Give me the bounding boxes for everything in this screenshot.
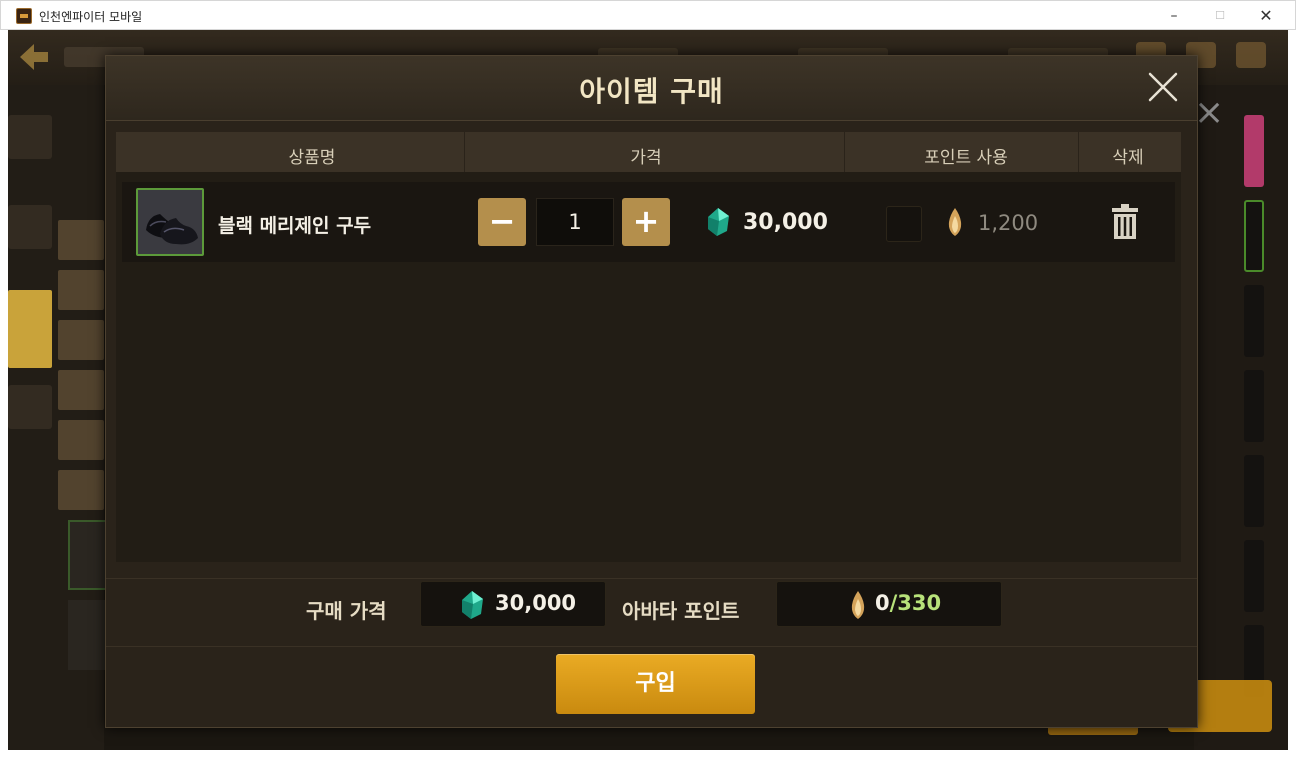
avatar-points-max: /330	[889, 591, 942, 615]
background-list-item	[58, 220, 104, 260]
buy-button[interactable]: 구입	[556, 654, 755, 714]
item-thumbnail	[136, 188, 204, 256]
window-titlebar: 인천엔파이터 모바일 – ☐ ✕	[0, 0, 1296, 30]
avatar-points-current: 0	[875, 591, 890, 615]
quantity-field[interactable]: 1	[536, 198, 614, 246]
background-tab	[8, 115, 52, 159]
column-header-points: 포인트 사용	[924, 148, 1008, 168]
background-list-item	[58, 370, 104, 410]
footer-divider	[106, 578, 1197, 579]
item-name: 블랙 메리제인 구두	[218, 215, 372, 237]
point-flame-icon	[851, 591, 865, 619]
background-chat-icon	[1236, 42, 1266, 68]
window-title: 인천엔파이터 모바일	[39, 10, 143, 24]
purchase-dialog: 아이템 구매 상품명 가격 포인트 사용 삭제 블랙 메리제인 구두 − 1 +…	[105, 55, 1198, 728]
dialog-header: 아이템 구매	[106, 56, 1197, 121]
column-header-name: 상품명	[288, 148, 336, 168]
purchase-price-label: 구매 가격	[306, 599, 387, 623]
point-flame-icon	[948, 208, 962, 236]
background-slot	[1244, 285, 1264, 357]
avatar-points-value: 0/330	[875, 591, 941, 615]
minimize-button[interactable]: –	[1151, 4, 1197, 28]
app-icon	[16, 8, 32, 24]
game-canvas: × 아이템 구매 상품명 가격 포인트 사용 삭제 블랙 메리제인 구두 − 1…	[8, 30, 1288, 750]
table-header: 상품명 가격 포인트 사용 삭제	[116, 132, 1181, 172]
background-slot	[1244, 115, 1264, 187]
background-active-tab	[8, 290, 52, 368]
background-list-item	[58, 420, 104, 460]
background-tab	[8, 205, 52, 249]
table-row: 블랙 메리제인 구두 − 1 + 30,000 1,200	[122, 182, 1175, 262]
column-divider	[844, 132, 845, 172]
column-divider	[464, 132, 465, 172]
window-close-button[interactable]: ✕	[1243, 4, 1289, 28]
avatar-points-label: 아바타 포인트	[622, 599, 740, 623]
close-icon[interactable]	[1146, 70, 1180, 104]
purchase-price-value: 30,000	[495, 591, 577, 615]
background-slot	[1244, 455, 1264, 527]
background-thumb	[68, 520, 108, 590]
background-list-item	[58, 270, 104, 310]
background-right-panel	[1194, 85, 1288, 750]
background-list-item	[58, 320, 104, 360]
increase-quantity-button[interactable]: +	[622, 198, 670, 246]
dialog-title: 아이템 구매	[579, 75, 724, 108]
footer-divider	[106, 646, 1197, 647]
background-slot	[1244, 200, 1264, 272]
shoe-icon	[138, 190, 202, 254]
avatar-points-box: 0/330	[776, 581, 1002, 627]
column-header-delete: 삭제	[1112, 148, 1144, 168]
gem-icon	[708, 208, 729, 236]
item-list: 블랙 메리제인 구두 − 1 + 30,000 1,200	[116, 172, 1181, 562]
gem-icon	[462, 591, 483, 619]
purchase-price-box: 30,000	[420, 581, 606, 627]
column-divider	[1078, 132, 1079, 172]
maximize-button[interactable]: ☐	[1197, 4, 1243, 28]
decrease-quantity-button[interactable]: −	[478, 198, 526, 246]
trash-icon[interactable]	[1110, 204, 1140, 240]
background-tab	[8, 385, 52, 429]
background-close-icon: ×	[1194, 92, 1225, 133]
item-price: 30,000	[743, 210, 828, 235]
background-slot	[1244, 370, 1264, 442]
back-arrow-icon[interactable]	[18, 42, 50, 72]
background-thumb	[68, 600, 108, 670]
column-header-price: 가격	[630, 148, 662, 168]
background-list-item	[58, 470, 104, 510]
background-left-panel	[8, 85, 108, 750]
item-points: 1,200	[978, 211, 1039, 235]
background-slot	[1244, 540, 1264, 612]
use-points-checkbox[interactable]	[886, 206, 922, 242]
